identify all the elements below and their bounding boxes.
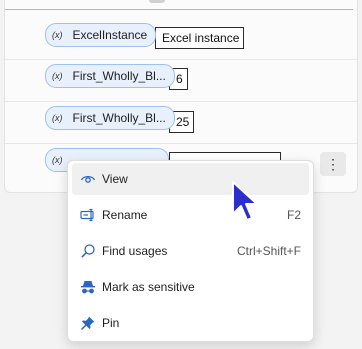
context-menu: View Rename F2 Find usages Ctrl+Shift+F … xyxy=(67,160,314,342)
eye-icon xyxy=(80,171,96,187)
variable-chip[interactable]: (x) First_Wholly_Bl... xyxy=(45,106,175,130)
variable-name: ExcelInstance xyxy=(72,28,148,42)
menu-item-shortcut: Ctrl+Shift+F xyxy=(236,244,301,258)
menu-item-find-usages[interactable]: Find usages Ctrl+Shift+F xyxy=(72,235,309,267)
menu-item-label: Rename xyxy=(102,208,148,222)
variable-chip[interactable]: (x) First_Wholly_Bl... xyxy=(45,64,175,88)
variable-chip[interactable]: (x) ExcelInstance xyxy=(45,23,157,47)
panel-resize-handle[interactable] xyxy=(149,0,165,3)
variable-row[interactable]: 25 (x) First_Wholly_Bl... xyxy=(5,101,357,144)
variable-icon: (x) xyxy=(52,155,63,165)
menu-item-rename[interactable]: Rename F2 xyxy=(72,199,309,231)
variable-value: Excel instance xyxy=(155,27,245,49)
variable-row[interactable]: 6 (x) First_Wholly_Bl... xyxy=(5,59,357,102)
panel-top-divider xyxy=(5,9,353,10)
variable-icon: (x) xyxy=(52,71,63,81)
search-icon xyxy=(80,243,96,259)
menu-item-label: Pin xyxy=(102,316,120,330)
menu-item-mark-as-sensitive[interactable]: Mark as sensitive xyxy=(72,271,309,303)
variable-icon: (x) xyxy=(52,30,63,40)
variable-name: First_Wholly_Bl... xyxy=(72,69,166,83)
menu-item-view[interactable]: View xyxy=(72,163,309,195)
variable-icon: (x) xyxy=(52,113,63,123)
variable-name: First_Wholly_Bl... xyxy=(72,111,166,125)
variable-row[interactable]: Excel instance (x) ExcelInstance xyxy=(5,17,357,60)
menu-item-label: View xyxy=(102,172,128,186)
mouse-pointer-icon xyxy=(231,180,261,224)
more-options-button[interactable]: ⋮ xyxy=(320,152,346,176)
menu-item-pin[interactable]: Pin xyxy=(72,307,309,339)
incognito-icon xyxy=(80,279,96,295)
menu-item-label: Mark as sensitive xyxy=(102,280,195,294)
menu-item-shortcut: F2 xyxy=(286,208,301,222)
pin-icon xyxy=(80,315,96,331)
menu-item-label: Find usages xyxy=(102,244,168,258)
rename-icon xyxy=(80,207,96,223)
